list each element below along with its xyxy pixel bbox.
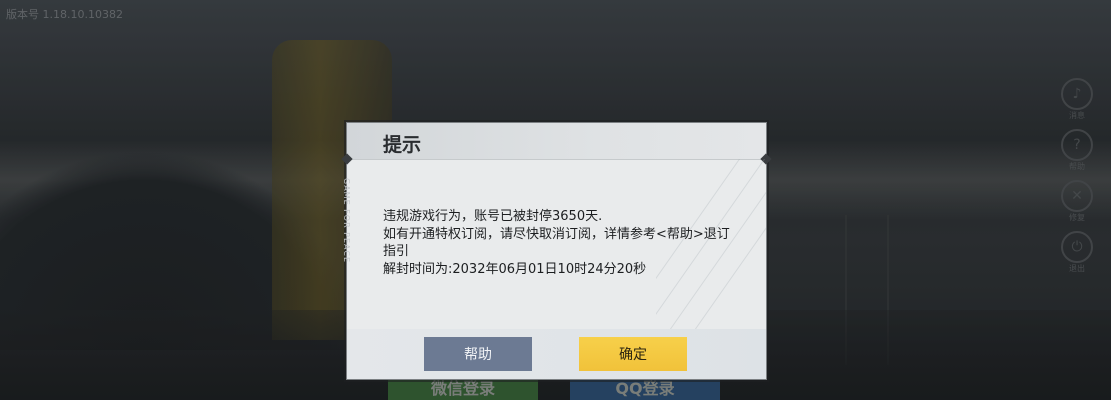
message-line: 解封时间为:2032年06月01日10时24分20秒 — [383, 261, 647, 277]
ban-notice-dialog: 提示 GAME FOR PEACE 违规游戏行为，账号已被封停3650天. 如有… — [341, 122, 772, 380]
help-button[interactable]: 帮助 — [424, 337, 532, 371]
message-line: 如有开通特权订阅，请尽快取消订阅，详情参考<帮助>退订指引 — [383, 226, 730, 260]
dialog-title: 提示 — [383, 134, 422, 156]
dialog-watermark: GAME FOR PEACE — [342, 178, 351, 264]
dialog-footer: 帮助 确定 — [347, 329, 766, 379]
confirm-button[interactable]: 确定 — [579, 337, 687, 371]
dialog-header: 提示 — [347, 123, 766, 160]
message-line: 违规游戏行为，账号已被封停3650天. — [383, 209, 603, 224]
dialog-message: 违规游戏行为，账号已被封停3650天. 如有开通特权订阅，请尽快取消订阅，详情参… — [383, 208, 733, 278]
